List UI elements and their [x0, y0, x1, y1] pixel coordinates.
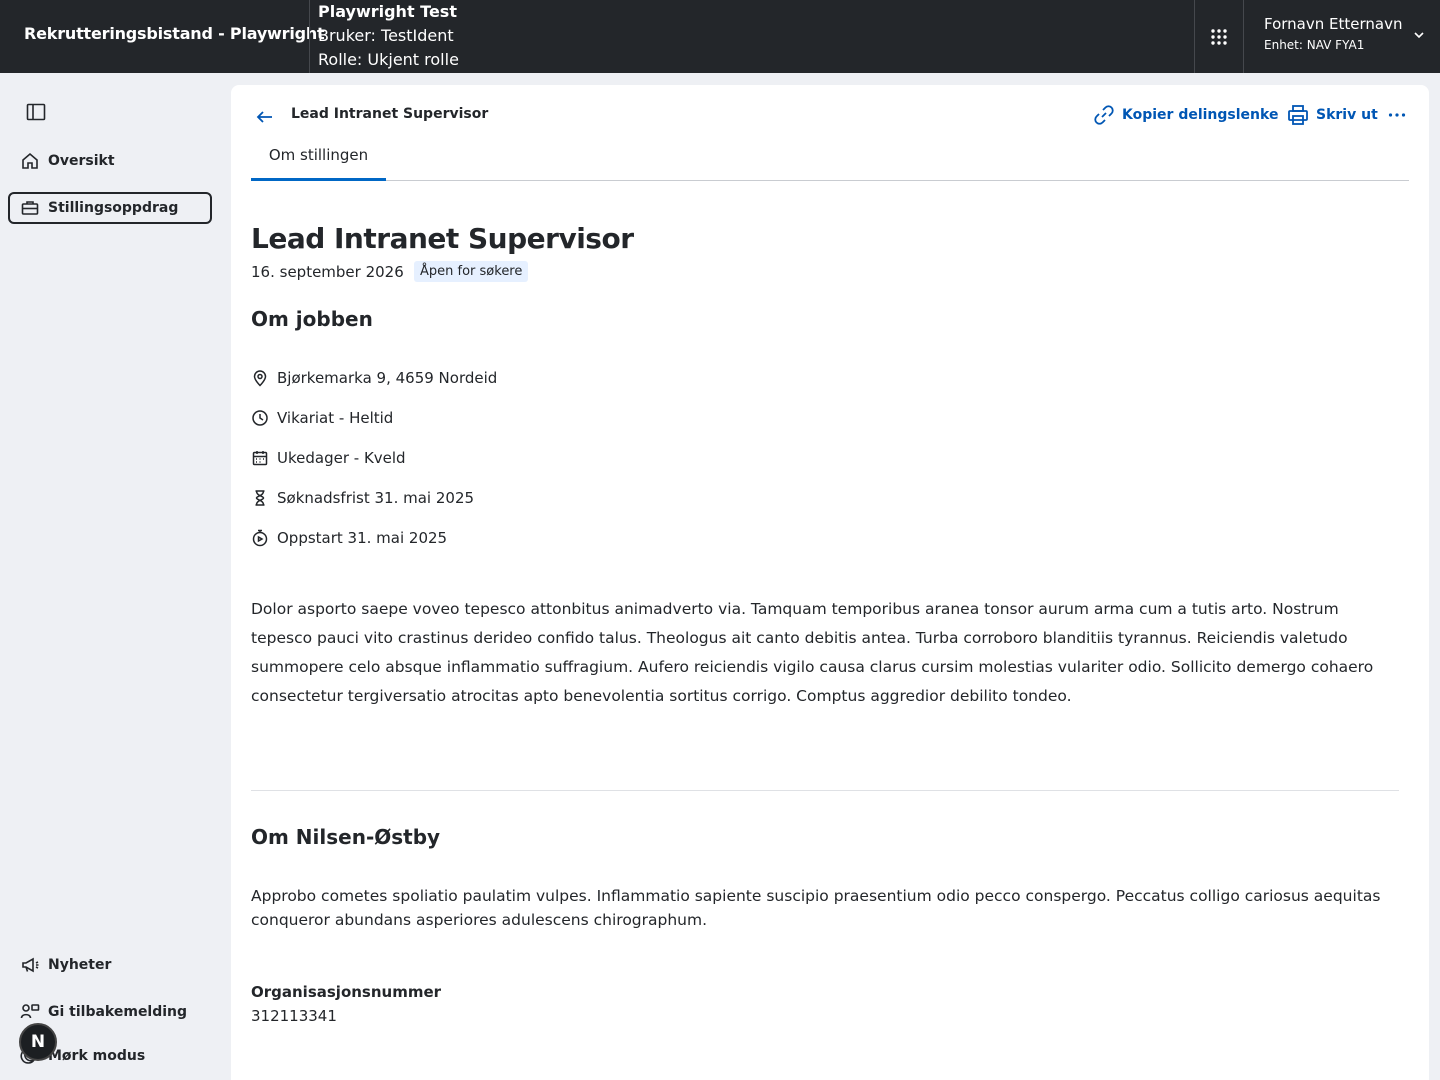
main-card: Lead Intranet Supervisor Kopier delingsl…	[231, 85, 1429, 1080]
test-user: Bruker: TestIdent	[318, 26, 454, 45]
status-badge: Åpen for søkere	[414, 261, 529, 282]
fact-location: Bjørkemarka 9, 4659 Nordeid	[251, 369, 497, 387]
more-icon	[1388, 113, 1406, 117]
sidebar-icon	[26, 103, 46, 121]
top-bar: Rekrutteringsbistand - Playwright Playwr…	[0, 0, 1440, 73]
test-title: Playwright Test	[318, 2, 457, 21]
link-icon	[1092, 103, 1116, 127]
divider	[309, 0, 310, 73]
tab-om-stillingen[interactable]: Om stillingen	[251, 143, 386, 181]
sidebar-item-label: Stillingsoppdrag	[48, 200, 179, 216]
fact-start: Oppstart 31. mai 2025	[251, 529, 447, 547]
user-menu-button[interactable]: Fornavn Etternavn Enhet: NAV FYA1	[1244, 0, 1440, 73]
feedback-icon	[20, 1002, 40, 1022]
test-role: Rolle: Ukjent rolle	[318, 50, 459, 69]
fact-text: Ukedager - Kveld	[277, 449, 406, 467]
location-icon	[251, 369, 269, 387]
print-button[interactable]: Skriv ut	[1286, 103, 1378, 127]
clock-icon	[251, 409, 269, 427]
org-number-label: Organisasjonsnummer	[251, 983, 442, 1001]
apps-menu-button[interactable]	[1195, 0, 1243, 73]
home-icon	[20, 151, 40, 171]
user-unit: Enhet: NAV FYA1	[1264, 38, 1365, 52]
section-divider	[251, 790, 1399, 791]
app-title[interactable]: Rekrutteringsbistand - Playwright	[24, 24, 325, 43]
fact-text: Bjørkemarka 9, 4659 Nordeid	[277, 369, 498, 387]
sidebar-item-label: Nyheter	[48, 957, 112, 973]
megaphone-icon	[20, 955, 40, 975]
employer-description: Approbo cometes spoliatio paulatim vulpe…	[251, 887, 1381, 929]
fact-employment: Vikariat - Heltid	[251, 409, 393, 427]
hourglass-icon	[251, 489, 269, 507]
fact-text: Vikariat - Heltid	[277, 409, 394, 427]
printer-icon	[1286, 103, 1310, 127]
sidebar-toggle-button[interactable]	[24, 100, 48, 124]
test-info: Playwright Test Bruker: TestIdent Rolle:…	[318, 0, 459, 72]
sidebar-item-label: Gi tilbakemelding	[48, 1004, 188, 1020]
grid-icon	[1211, 28, 1227, 45]
arrow-left-icon	[256, 111, 272, 123]
sidebar-item-label: Mørk modus	[48, 1048, 146, 1064]
sidebar-item-label: Oversikt	[48, 153, 115, 169]
breadcrumb-title: Lead Intranet Supervisor	[291, 106, 489, 122]
sidebar-item-stillingsoppdrag[interactable]: Stillingsoppdrag	[8, 192, 212, 224]
sidebar-item-oversikt[interactable]: Oversikt	[8, 145, 212, 177]
fact-text: Søknadsfrist 31. mai 2025	[277, 489, 475, 507]
print-label: Skriv ut	[1316, 107, 1378, 123]
employer-heading: Om Nilsen-Østby	[251, 825, 441, 849]
job-description: Dolor asporto saepe voveo tepesco attonb…	[251, 600, 1374, 705]
org-number-value: 312113341	[251, 1007, 337, 1025]
publish-date: 16. september 2026	[251, 263, 404, 281]
page-title: Lead Intranet Supervisor	[251, 222, 634, 255]
copy-link-label: Kopier delingslenke	[1122, 107, 1279, 123]
tab-bar: Om stillingen	[251, 143, 1409, 181]
more-options-button[interactable]	[1385, 103, 1409, 127]
back-button[interactable]	[253, 105, 277, 129]
calendar-icon	[251, 449, 269, 467]
fact-deadline: Søknadsfrist 31. mai 2025	[251, 489, 474, 507]
floating-action-button[interactable]: N	[19, 1023, 57, 1061]
fact-schedule: Ukedager - Kveld	[251, 449, 406, 467]
chevron-down-icon	[1414, 32, 1424, 39]
sidebar-item-nyheter[interactable]: Nyheter	[8, 949, 212, 981]
stopwatch-icon	[251, 529, 269, 547]
about-job-heading: Om jobben	[251, 307, 373, 331]
briefcase-icon	[20, 198, 40, 218]
user-name: Fornavn Etternavn	[1264, 15, 1403, 33]
copy-link-button[interactable]: Kopier delingslenke	[1092, 103, 1278, 127]
fact-text: Oppstart 31. mai 2025	[277, 529, 448, 547]
